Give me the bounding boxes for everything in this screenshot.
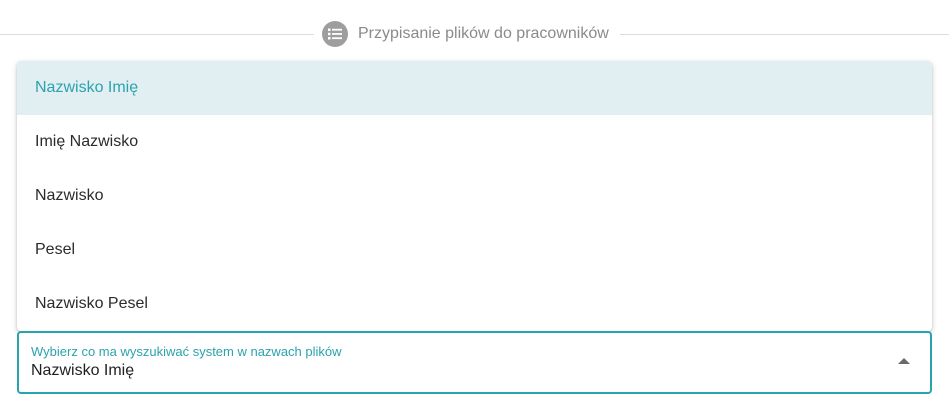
dropdown-option[interactable]: Nazwisko Pesel xyxy=(17,277,932,331)
section-header: Przypisanie plików do pracowników xyxy=(0,17,949,51)
select-value: Nazwisko Imię xyxy=(31,362,135,379)
page: Przypisanie plików do pracowników Nazwis… xyxy=(0,0,949,402)
section-title-group: Przypisanie plików do pracowników xyxy=(322,21,609,47)
dropdown-option[interactable]: Nazwisko xyxy=(17,169,932,223)
dropdown-option[interactable]: Imię Nazwisko xyxy=(17,115,932,169)
list-icon xyxy=(322,21,348,47)
dropdown-option[interactable]: Pesel xyxy=(17,223,932,277)
caret-up-icon[interactable] xyxy=(898,358,910,364)
select-label: Wybierz co ma wyszukiwać system w nazwac… xyxy=(31,344,342,359)
section-title: Przypisanie plików do pracowników xyxy=(358,25,609,42)
divider-left xyxy=(0,34,314,35)
divider-right xyxy=(620,34,949,35)
dropdown-menu: Nazwisko Imię Imię Nazwisko Nazwisko Pes… xyxy=(17,61,932,331)
dropdown-option[interactable]: Nazwisko Imię xyxy=(17,61,932,115)
search-mode-select[interactable]: Wybierz co ma wyszukiwać system w nazwac… xyxy=(17,331,932,394)
